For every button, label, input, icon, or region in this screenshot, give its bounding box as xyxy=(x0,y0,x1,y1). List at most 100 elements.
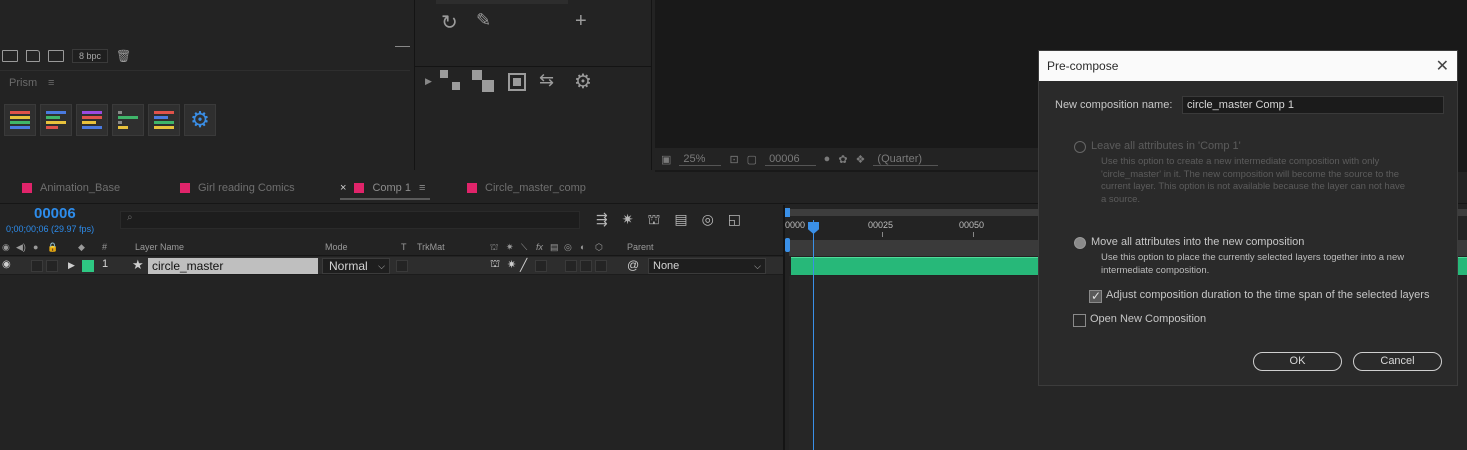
preserve-transparency-toggle[interactable] xyxy=(396,260,408,272)
draft-3d-icon[interactable]: ✷ xyxy=(622,211,634,230)
adjustment-toggle[interactable] xyxy=(580,260,592,272)
search-icon: ⌕ xyxy=(127,212,133,223)
viewer-footer: ▣ 25% ⊡ ▢ 00006 ● ✿ ❖ (Quarter) xyxy=(655,148,1055,170)
prism-timeline-icon[interactable] xyxy=(112,104,144,136)
cancel-button[interactable]: Cancel xyxy=(1353,352,1442,371)
layer-row[interactable]: ◉ ▶ 1 ★ circle_master Normal ⌵ ⛫ ✷ ╱ @ N… xyxy=(0,257,783,275)
navigator-start-handle[interactable] xyxy=(785,208,790,217)
pencil-icon[interactable]: ✎ xyxy=(476,10,491,31)
adjust-duration-checkbox[interactable] xyxy=(1089,289,1102,303)
shy-toggle-icon[interactable]: ⛫ xyxy=(490,258,500,272)
tab-girl-reading-comics[interactable]: Girl reading Comics xyxy=(180,182,295,194)
fx-toggle[interactable] xyxy=(535,260,547,272)
refresh-icon[interactable]: ↻ xyxy=(441,10,458,35)
trash-icon[interactable]: 🗑 xyxy=(116,49,131,63)
3d-toggle[interactable] xyxy=(595,260,607,272)
expand-layer-icon[interactable]: ▶ xyxy=(68,260,75,271)
tab-circle-master-comp[interactable]: Circle_master_comp xyxy=(467,182,586,194)
graph-editor-icon[interactable]: ◱ xyxy=(728,211,741,230)
quality-col-icon: ⟍ xyxy=(521,242,528,252)
motion-blur-col-icon: ◎ xyxy=(564,242,572,252)
current-frame[interactable]: 00006 xyxy=(34,205,76,222)
panel-divider xyxy=(395,46,410,47)
solo-toggle[interactable] xyxy=(31,260,43,272)
prism-palette-icon[interactable] xyxy=(4,104,36,136)
prism-panel-title[interactable]: Prism xyxy=(9,77,37,89)
motion-blur-icon[interactable]: ◎ xyxy=(702,211,714,230)
lock-toggle[interactable] xyxy=(46,260,58,272)
expand-arrow-icon[interactable]: ▶ xyxy=(425,76,432,87)
tab-color-swatch xyxy=(22,183,32,193)
resolution-select[interactable]: (Quarter) xyxy=(873,153,939,166)
transparency-grid-icon[interactable]: ▢ xyxy=(747,153,757,166)
connect-icon[interactable] xyxy=(472,70,496,92)
shy-col-icon: ⛫ xyxy=(490,242,499,252)
close-icon[interactable]: ✕ xyxy=(1436,56,1449,76)
tab-animation-base[interactable]: Animation_Base xyxy=(22,182,120,194)
quality-toggle-icon[interactable]: ╱ xyxy=(520,258,527,272)
col-parent: Parent xyxy=(627,242,654,252)
new-composition-icon[interactable] xyxy=(48,50,64,62)
swap-icon[interactable]: ⇆ xyxy=(539,70,554,91)
tab-menu-icon[interactable]: ≡ xyxy=(419,182,425,194)
interpret-footage-icon[interactable] xyxy=(2,50,18,62)
square-icon[interactable] xyxy=(508,73,526,91)
col-fx: fx xyxy=(536,242,544,252)
prism-align-icon[interactable] xyxy=(40,104,72,136)
pick-whip-icon[interactable]: @ xyxy=(627,258,639,272)
panel-menu-icon[interactable]: ≡ xyxy=(48,77,54,89)
solo-switch-icon: ● xyxy=(33,242,39,252)
description-line: current layer. This option is not availa… xyxy=(1101,181,1406,192)
layer-name[interactable]: circle_master xyxy=(148,258,318,274)
visibility-eye-icon[interactable]: ◉ xyxy=(2,259,11,270)
move-attributes-radio[interactable] xyxy=(1074,237,1086,249)
move-attributes-label[interactable]: Move all attributes into the new composi… xyxy=(1091,236,1304,248)
motion-blur-toggle[interactable] xyxy=(565,260,577,272)
move-attributes-description: Use this option to place the currently s… xyxy=(1101,252,1404,277)
description-line: intermediate composition. xyxy=(1101,264,1210,276)
gear-icon[interactable]: ⚙ xyxy=(574,69,592,94)
new-folder-icon[interactable] xyxy=(26,50,40,62)
break-apart-icon[interactable] xyxy=(440,70,462,92)
ruler-tick xyxy=(973,232,974,237)
collapse-toggle-icon[interactable]: ✷ xyxy=(507,258,516,271)
prism-layers-icon[interactable] xyxy=(148,104,180,136)
chevron-down-icon: ⌵ xyxy=(378,261,385,271)
snapshot-icon[interactable]: ● xyxy=(824,153,831,165)
shy-layers-icon[interactable]: ⛫ xyxy=(647,211,660,230)
open-new-composition-label[interactable]: Open New Composition xyxy=(1090,313,1206,325)
ok-button[interactable]: OK xyxy=(1253,352,1342,371)
frame-blending-icon[interactable]: ▤ xyxy=(674,211,687,230)
region-icon[interactable]: ▣ xyxy=(661,153,671,166)
zoom-select[interactable]: 25% xyxy=(679,153,722,166)
project-toolbar: 8 bpc 🗑 xyxy=(0,46,131,66)
layer-label-color[interactable] xyxy=(82,260,94,272)
show-snapshot-icon[interactable]: ✿ xyxy=(838,153,847,166)
blend-mode-select[interactable]: Normal ⌵ xyxy=(322,258,390,274)
prism-toolbar: ⚙ xyxy=(4,104,216,136)
ruler-label: 0000 xyxy=(785,220,806,230)
work-area-start-handle[interactable] xyxy=(785,238,790,252)
layer-search-input[interactable] xyxy=(120,211,580,229)
active-tab-indicator xyxy=(340,198,430,200)
composition-flowchart-icon[interactable]: ⇶ xyxy=(596,211,608,230)
open-new-composition-checkbox[interactable] xyxy=(1073,314,1086,327)
playhead[interactable] xyxy=(813,220,814,450)
dialog-title: Pre-compose xyxy=(1039,51,1457,81)
parent-select[interactable]: None ⌵ xyxy=(648,258,766,274)
viewer-timecode[interactable]: 00006 xyxy=(765,153,816,166)
channel-icon[interactable]: ❖ xyxy=(856,153,866,166)
safe-zones-icon[interactable]: ⊡ xyxy=(729,153,738,166)
tab-close-icon[interactable]: × xyxy=(340,182,346,194)
tab-label: Animation_Base xyxy=(40,182,121,194)
prism-settings-icon[interactable]: ⚙ xyxy=(184,104,216,136)
prism-distribute-icon[interactable] xyxy=(76,104,108,136)
col-layer-name[interactable]: Layer Name xyxy=(135,242,184,252)
bit-depth-button[interactable]: 8 bpc xyxy=(72,49,109,63)
plus-icon[interactable]: + xyxy=(575,10,587,33)
composition-name-input[interactable]: circle_master Comp 1 xyxy=(1182,96,1444,114)
parent-value: None xyxy=(653,260,680,272)
tab-comp-1[interactable]: × Comp 1 ≡ xyxy=(340,182,425,194)
adjust-duration-label[interactable]: Adjust composition duration to the time … xyxy=(1106,289,1429,301)
chevron-down-icon: ⌵ xyxy=(754,261,761,271)
